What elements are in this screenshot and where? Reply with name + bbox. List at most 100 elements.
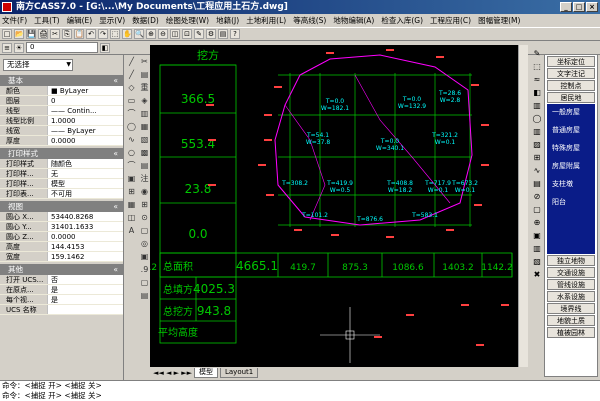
property-row[interactable]: 打印样式 随颜色 xyxy=(0,159,123,169)
property-row[interactable]: 宽度 159.1462 xyxy=(0,252,123,262)
layer-prev-icon[interactable]: ◧ xyxy=(100,42,110,53)
right-tool-icon[interactable]: ▣ xyxy=(532,231,543,241)
right-tool-icon[interactable]: ⊞ xyxy=(532,153,543,163)
draw-tool-icon[interactable]: ▤ xyxy=(139,291,150,301)
draw-tool-icon[interactable]: ◉ xyxy=(139,187,150,197)
menu-item[interactable]: 土地利用(L) xyxy=(246,15,286,26)
zoom-in-icon[interactable]: ⊕ xyxy=(146,29,156,39)
property-value[interactable]: 是 xyxy=(48,295,123,304)
right-tool-icon[interactable]: ▨ xyxy=(532,140,543,150)
draw-tool-icon[interactable]: ▥ xyxy=(139,109,150,119)
tab-nav-icon[interactable]: ◄◄ ◄ ► ►► xyxy=(153,369,192,377)
draw-tool-icon[interactable]: ▦ xyxy=(139,122,150,132)
draw-tool-icon[interactable]: ▧ xyxy=(139,135,150,145)
right-tool-icon[interactable]: ✎ xyxy=(532,49,543,59)
right-tool-icon[interactable]: ⊕ xyxy=(532,218,543,228)
cut-icon[interactable]: ✂ xyxy=(50,29,60,39)
minimize-button[interactable]: _ xyxy=(560,2,572,12)
property-row[interactable]: 在原点... 是 xyxy=(0,285,123,295)
property-value[interactable]: 53440.8268 xyxy=(48,212,123,221)
panel-button[interactable]: 文字注记 xyxy=(547,68,595,79)
property-value[interactable]: 31401.1633 xyxy=(48,222,123,231)
properties-section-header[interactable]: 基本 xyxy=(0,75,123,86)
symbol-list-item[interactable]: 房屋附属 xyxy=(547,160,595,172)
right-tool-icon[interactable]: ▧ xyxy=(532,257,543,267)
symbol-list-item[interactable]: 一般房屋 xyxy=(547,106,595,118)
draw-tool-icon[interactable]: ⌒ xyxy=(126,109,137,119)
draw-tool-icon[interactable]: ▣ xyxy=(139,252,150,262)
panel-button[interactable]: 植被园林 xyxy=(547,327,595,338)
property-value[interactable]: 0.0000 xyxy=(48,232,123,241)
property-row[interactable]: 圆心 X... 53440.8268 xyxy=(0,212,123,222)
properties-section-header[interactable]: 打印样式 xyxy=(0,148,123,159)
property-row[interactable]: 高度 144.4153 xyxy=(0,242,123,252)
property-row[interactable]: 打印样... 无 xyxy=(0,169,123,179)
property-value[interactable]: 159.1462 xyxy=(48,252,123,261)
panel-button[interactable]: 独立地物 xyxy=(547,255,595,266)
properties-section-header[interactable]: 视图 xyxy=(0,201,123,212)
right-tool-icon[interactable]: ▤ xyxy=(532,179,543,189)
draw-tool-icon[interactable]: ◇ xyxy=(126,83,137,93)
symbol-list-item[interactable]: 普通房屋 xyxy=(547,124,595,136)
right-tool-icon[interactable]: ▥ xyxy=(532,101,543,111)
help-icon[interactable]: ? xyxy=(230,29,240,39)
properties-section-header[interactable]: 其他 xyxy=(0,264,123,275)
property-row[interactable]: 线型 —— Contin... xyxy=(0,106,123,116)
right-tool-icon[interactable]: ▥ xyxy=(532,127,543,137)
menu-item[interactable]: 编辑(E) xyxy=(67,15,93,26)
panel-button[interactable]: 居民地 xyxy=(547,92,595,103)
symbol-list-item[interactable]: 阳台 xyxy=(547,196,595,208)
redo-icon[interactable]: ↷ xyxy=(98,29,108,39)
symbol-list[interactable]: 一般房屋普通房屋特殊房屋房屋附属支柱墩阳台 xyxy=(547,104,595,254)
copy-icon[interactable]: ⎘ xyxy=(62,29,72,39)
property-row[interactable]: 打印表... 不可用 xyxy=(0,189,123,199)
right-tool-icon[interactable]: ⬚ xyxy=(532,62,543,72)
draw-tool-icon[interactable]: 重 xyxy=(139,83,150,93)
property-value[interactable]: ■ ByLayer xyxy=(48,86,123,95)
property-value[interactable]: 模型 xyxy=(48,179,123,188)
property-row[interactable]: 打印样... 模型 xyxy=(0,179,123,189)
draw-tool-icon[interactable]: ◫ xyxy=(126,213,137,223)
window-icon[interactable]: ◫ xyxy=(170,29,180,39)
property-row[interactable]: 圆心 Z... 0.0000 xyxy=(0,232,123,242)
pan-icon[interactable]: ✋ xyxy=(122,29,132,39)
paste-icon[interactable]: 📋 xyxy=(74,29,84,39)
property-row[interactable]: 打开 UCS... 否 xyxy=(0,275,123,285)
property-value[interactable]: —— Contin... xyxy=(48,106,123,115)
panel-button[interactable]: 坐标定位 xyxy=(547,56,595,67)
zoom-icon[interactable]: 🔍 xyxy=(134,29,144,39)
property-row[interactable]: 每个视... 是 xyxy=(0,295,123,305)
bulb-icon[interactable]: ☀ xyxy=(14,42,24,53)
maximize-button[interactable]: □ xyxy=(573,2,585,12)
panel-button[interactable]: 交通设施 xyxy=(547,267,595,278)
right-tool-icon[interactable]: ▢ xyxy=(532,205,543,215)
symbol-list-item[interactable]: 支柱墩 xyxy=(547,178,595,190)
property-value[interactable]: 0 xyxy=(48,96,123,105)
draw-tool-icon[interactable]: ⌒ xyxy=(126,161,137,171)
undo-icon[interactable]: ↶ xyxy=(86,29,96,39)
menu-item[interactable]: 地籍(J) xyxy=(216,15,239,26)
property-row[interactable]: 线宽 —— ByLayer xyxy=(0,126,123,136)
property-value[interactable]: 否 xyxy=(48,275,123,284)
draw-tool-icon[interactable]: ◎ xyxy=(139,239,150,249)
edit-icon[interactable]: ✎ xyxy=(194,29,204,39)
right-tool-icon[interactable]: ✖ xyxy=(532,270,543,280)
property-value[interactable]: 0.0000 xyxy=(48,136,123,145)
new-icon[interactable]: □ xyxy=(2,29,12,39)
draw-tool-icon[interactable]: ▭ xyxy=(126,96,137,106)
panel-button[interactable]: 地貌土质 xyxy=(547,315,595,326)
menu-item[interactable]: 工具(T) xyxy=(34,15,59,26)
symbol-list-item[interactable]: 特殊房屋 xyxy=(547,142,595,154)
draw-tool-icon[interactable]: ▤ xyxy=(139,70,150,80)
draw-tool-icon[interactable]: ∿ xyxy=(126,135,137,145)
print-icon[interactable]: 🖨 xyxy=(38,29,48,39)
command-line[interactable]: 命令：<捕捉 开> <捕捉 关> 命令：<捕捉 开> <捕捉 关> xyxy=(0,380,600,401)
draw-tool-icon[interactable]: A xyxy=(126,226,137,236)
draw-tool-icon[interactable]: ▦ xyxy=(126,200,137,210)
property-value[interactable]: —— ByLayer xyxy=(48,126,123,135)
menu-item[interactable]: 工程应用(C) xyxy=(430,15,471,26)
menu-item[interactable]: 文件(F) xyxy=(2,15,27,26)
menu-item[interactable]: 显示(V) xyxy=(99,15,125,26)
panel-button[interactable]: 水系设施 xyxy=(547,291,595,302)
property-row[interactable]: 线型比例 1.0000 xyxy=(0,116,123,126)
